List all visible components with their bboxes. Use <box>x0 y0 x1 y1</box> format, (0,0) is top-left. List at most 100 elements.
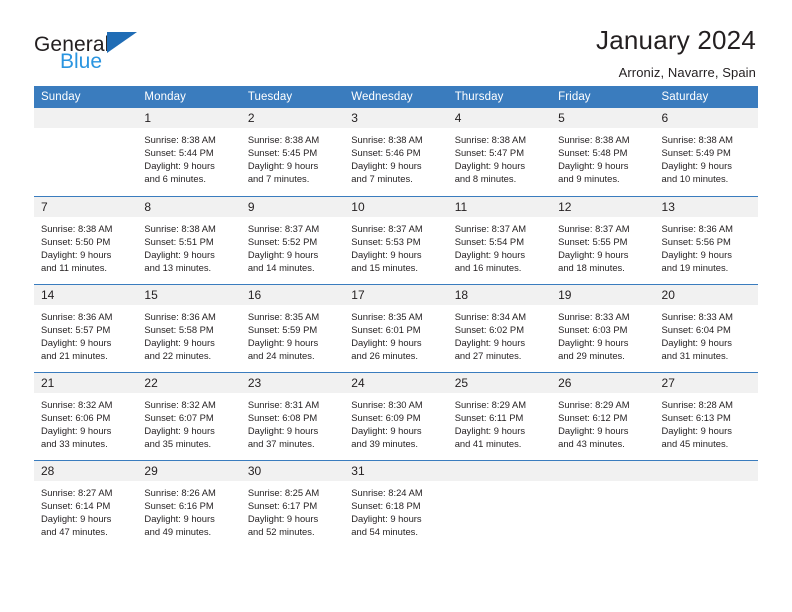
calendar-day-cell[interactable]: 18 Sunrise: 8:34 AM Sunset: 6:02 PM Dayligh… <box>447 283 552 372</box>
sunset-text: Sunset: 6:13 PM <box>661 411 731 423</box>
calendar-day-cell[interactable]: 7 Sunrise: 8:38 AM Sunset: 5:50 PM Daylight… <box>34 195 138 284</box>
daylight-text-line2: and 43 minutes. <box>558 437 625 449</box>
day-number: 23 <box>240 372 345 393</box>
calendar-cell-inner: 18 Sunrise: 8:34 AM Sunset: 6:02 PM Dayligh… <box>447 284 552 372</box>
sunrise-text: Sunrise: 8:30 AM <box>351 398 423 410</box>
daylight-text-line2: and 14 minutes. <box>247 261 315 273</box>
day-details: Sunrise: 8:34 AM Sunset: 6:02 PM Daylight:… <box>448 305 551 362</box>
day-details: Sunrise: 8:29 AM Sunset: 6:12 PM Daylight:… <box>551 393 654 450</box>
calendar-cell-inner: 25 Sunrise: 8:29 AM Sunset: 6:11 PM Dayligh… <box>447 372 552 460</box>
calendar-day-cell[interactable]: 8 Sunrise: 8:38 AM Sunset: 5:51 PM Daylight… <box>137 195 241 284</box>
calendar-week-row: 7 Sunrise: 8:38 AM Sunset: 5:50 PM Daylight… <box>34 195 758 284</box>
calendar-day-cell[interactable]: 12 Sunrise: 8:37 AM Sunset: 5:55 PM Dayligh… <box>551 195 655 284</box>
day-details: Sunrise: 8:27 AM Sunset: 6:14 PM Daylight:… <box>34 481 137 538</box>
calendar-day-cell[interactable]: 23 Sunrise: 8:31 AM Sunset: 6:08 PM Dayligh… <box>240 371 345 460</box>
daylight-text-line1: Daylight: 9 hours <box>558 160 629 172</box>
daylight-text-line2: and 39 minutes. <box>351 437 418 449</box>
day-details: Sunrise: 8:38 AM Sunset: 5:49 PM Daylight:… <box>655 128 758 185</box>
calendar-cell-inner: 30 Sunrise: 8:25 AM Sunset: 6:17 PM Dayligh… <box>240 460 345 549</box>
sunrise-text: Sunrise: 8:32 AM <box>144 398 216 410</box>
daylight-text-line1: Daylight: 9 hours <box>247 424 319 436</box>
calendar-day-cell[interactable]: 10 Sunrise: 8:37 AM Sunset: 5:53 PM Dayligh… <box>344 195 448 284</box>
daylight-text-line2: and 6 minutes. <box>144 173 206 185</box>
calendar-day-cell[interactable]: 13 Sunrise: 8:36 AM Sunset: 5:56 PM Dayligh… <box>654 195 758 284</box>
calendar-day-cell[interactable]: 21 Sunrise: 8:32 AM Sunset: 6:06 PM Dayligh… <box>34 371 138 460</box>
sunrise-text: Sunrise: 8:38 AM <box>351 134 423 145</box>
sunset-text: Sunset: 6:06 PM <box>41 411 111 423</box>
calendar-day-cell[interactable]: 3 Sunrise: 8:38 AM Sunset: 5:46 PM Daylight… <box>344 108 448 196</box>
daylight-text-line1: Daylight: 9 hours <box>661 336 732 348</box>
generalblue-logo[interactable]: General Blue <box>34 26 138 72</box>
day-details: Sunrise: 8:37 AM Sunset: 5:52 PM Daylight:… <box>241 217 344 274</box>
calendar-day-cell[interactable]: 25 Sunrise: 8:29 AM Sunset: 6:11 PM Dayligh… <box>447 371 552 460</box>
day-number: 27 <box>654 372 758 393</box>
calendar-day-cell[interactable]: 31 Sunrise: 8:24 AM Sunset: 6:18 PM Dayligh… <box>344 459 448 549</box>
sunset-text: Sunset: 5:51 PM <box>144 235 214 247</box>
calendar-cell-inner: 16 Sunrise: 8:35 AM Sunset: 5:59 PM Dayligh… <box>240 284 345 372</box>
calendar-day-cell[interactable]: 15 Sunrise: 8:36 AM Sunset: 5:58 PM Dayligh… <box>137 283 241 372</box>
daylight-text-line1: Daylight: 9 hours <box>144 512 215 524</box>
calendar-day-cell[interactable]: 19 Sunrise: 8:33 AM Sunset: 6:03 PM Dayligh… <box>551 283 655 372</box>
sunset-text: Sunset: 6:04 PM <box>661 323 731 335</box>
daylight-text-line1: Daylight: 9 hours <box>144 160 215 172</box>
calendar-day-cell[interactable]: 14 Sunrise: 8:36 AM Sunset: 5:57 PM Dayligh… <box>34 283 138 372</box>
calendar-cell-empty <box>551 459 655 548</box>
calendar-day-cell[interactable]: 22 Sunrise: 8:32 AM Sunset: 6:07 PM Dayligh… <box>137 371 241 460</box>
calendar-day-cell[interactable]: 20 Sunrise: 8:33 AM Sunset: 6:04 PM Dayligh… <box>654 283 758 372</box>
calendar-table: Sunday Monday Tuesday Wednesday Thursday… <box>34 86 758 548</box>
calendar-day-cell[interactable]: 24 Sunrise: 8:30 AM Sunset: 6:09 PM Dayligh… <box>344 371 448 460</box>
sunrise-text: Sunrise: 8:37 AM <box>558 222 630 234</box>
calendar-day-cell[interactable]: 2 Sunrise: 8:38 AM Sunset: 5:45 PM Daylight… <box>240 108 345 196</box>
calendar-body: 1 Sunrise: 8:38 AM Sunset: 5:44 PM Daylight… <box>34 108 758 548</box>
sunset-text: Sunset: 5:58 PM <box>144 323 214 335</box>
calendar-cell-inner: 28 Sunrise: 8:27 AM Sunset: 6:14 PM Dayligh… <box>34 460 138 549</box>
calendar-day-cell[interactable]: 28 Sunrise: 8:27 AM Sunset: 6:14 PM Dayligh… <box>34 459 138 549</box>
daylight-text-line1: Daylight: 9 hours <box>41 336 112 348</box>
daylight-text-line1: Daylight: 9 hours <box>247 512 319 524</box>
daylight-text-line1: Daylight: 9 hours <box>41 512 112 524</box>
day-details: Sunrise: 8:38 AM Sunset: 5:45 PM Daylight:… <box>241 128 344 185</box>
sunset-text: Sunset: 5:49 PM <box>661 147 731 159</box>
day-details: Sunrise: 8:26 AM Sunset: 6:16 PM Daylight:… <box>137 481 240 538</box>
calendar-cell-inner: 31 Sunrise: 8:24 AM Sunset: 6:18 PM Dayligh… <box>344 460 448 549</box>
calendar-cell-inner: 19 Sunrise: 8:33 AM Sunset: 6:03 PM Dayligh… <box>551 284 655 372</box>
day-details: Sunrise: 8:38 AM Sunset: 5:47 PM Daylight:… <box>448 128 551 185</box>
calendar-day-cell[interactable]: 9 Sunrise: 8:37 AM Sunset: 5:52 PM Daylight… <box>240 195 345 284</box>
calendar-day-cell[interactable]: 1 Sunrise: 8:38 AM Sunset: 5:44 PM Daylight… <box>137 108 241 196</box>
calendar-day-cell[interactable]: 4 Sunrise: 8:38 AM Sunset: 5:47 PM Daylight… <box>447 108 552 196</box>
sunrise-text: Sunrise: 8:29 AM <box>454 398 527 410</box>
daylight-text-line1: Daylight: 9 hours <box>351 160 422 172</box>
sunrise-text: Sunrise: 8:26 AM <box>144 486 216 498</box>
day-number <box>447 460 552 481</box>
day-details: Sunrise: 8:37 AM Sunset: 5:53 PM Daylight:… <box>344 217 447 274</box>
calendar-day-cell[interactable]: 5 Sunrise: 8:38 AM Sunset: 5:48 PM Daylight… <box>551 108 655 196</box>
day-number: 3 <box>344 108 448 128</box>
calendar-week-row: 28 Sunrise: 8:27 AM Sunset: 6:14 PM Dayligh… <box>34 459 758 549</box>
calendar-cell-inner: 14 Sunrise: 8:36 AM Sunset: 5:57 PM Dayligh… <box>34 284 138 372</box>
daylight-text-line1: Daylight: 9 hours <box>351 512 422 524</box>
calendar-day-cell[interactable]: 29 Sunrise: 8:26 AM Sunset: 6:16 PM Dayligh… <box>137 459 241 548</box>
calendar-cell-inner <box>654 460 758 549</box>
daylight-text-line1: Daylight: 9 hours <box>661 424 732 436</box>
sunrise-text: Sunrise: 8:38 AM <box>41 222 113 234</box>
calendar-day-cell[interactable]: 30 Sunrise: 8:25 AM Sunset: 6:17 PM Dayligh… <box>240 459 345 549</box>
calendar-day-cell[interactable]: 27 Sunrise: 8:28 AM Sunset: 6:13 PM Dayligh… <box>654 371 758 460</box>
calendar-day-cell[interactable]: 26 Sunrise: 8:29 AM Sunset: 6:12 PM Dayligh… <box>551 371 655 460</box>
day-number: 9 <box>240 196 345 217</box>
sunrise-text: Sunrise: 8:36 AM <box>661 222 733 234</box>
day-number: 14 <box>34 284 138 305</box>
day-number: 31 <box>344 460 448 481</box>
calendar-cell-inner: 9 Sunrise: 8:37 AM Sunset: 5:52 PM Daylight… <box>240 196 345 284</box>
calendar-cell-inner: 13 Sunrise: 8:36 AM Sunset: 5:56 PM Dayligh… <box>654 196 758 284</box>
sunrise-text: Sunrise: 8:38 AM <box>661 134 733 145</box>
calendar-day-cell[interactable]: 16 Sunrise: 8:35 AM Sunset: 5:59 PM Dayligh… <box>240 283 345 372</box>
calendar-week-row: 14 Sunrise: 8:36 AM Sunset: 5:57 PM Dayligh… <box>34 283 758 372</box>
day-details: Sunrise: 8:38 AM Sunset: 5:44 PM Daylight:… <box>137 128 240 185</box>
day-number: 16 <box>240 284 345 305</box>
calendar-day-cell[interactable]: 6 Sunrise: 8:38 AM Sunset: 5:49 PM Daylight… <box>654 108 758 196</box>
calendar-day-cell[interactable]: 17 Sunrise: 8:35 AM Sunset: 6:01 PM Dayligh… <box>344 283 448 372</box>
calendar-day-cell[interactable]: 11 Sunrise: 8:37 AM Sunset: 5:54 PM Dayligh… <box>447 195 552 284</box>
daylight-text-line2: and 8 minutes. <box>454 173 517 185</box>
daylight-text-line2: and 37 minutes. <box>247 437 315 449</box>
sunrise-text: Sunrise: 8:28 AM <box>661 398 733 410</box>
